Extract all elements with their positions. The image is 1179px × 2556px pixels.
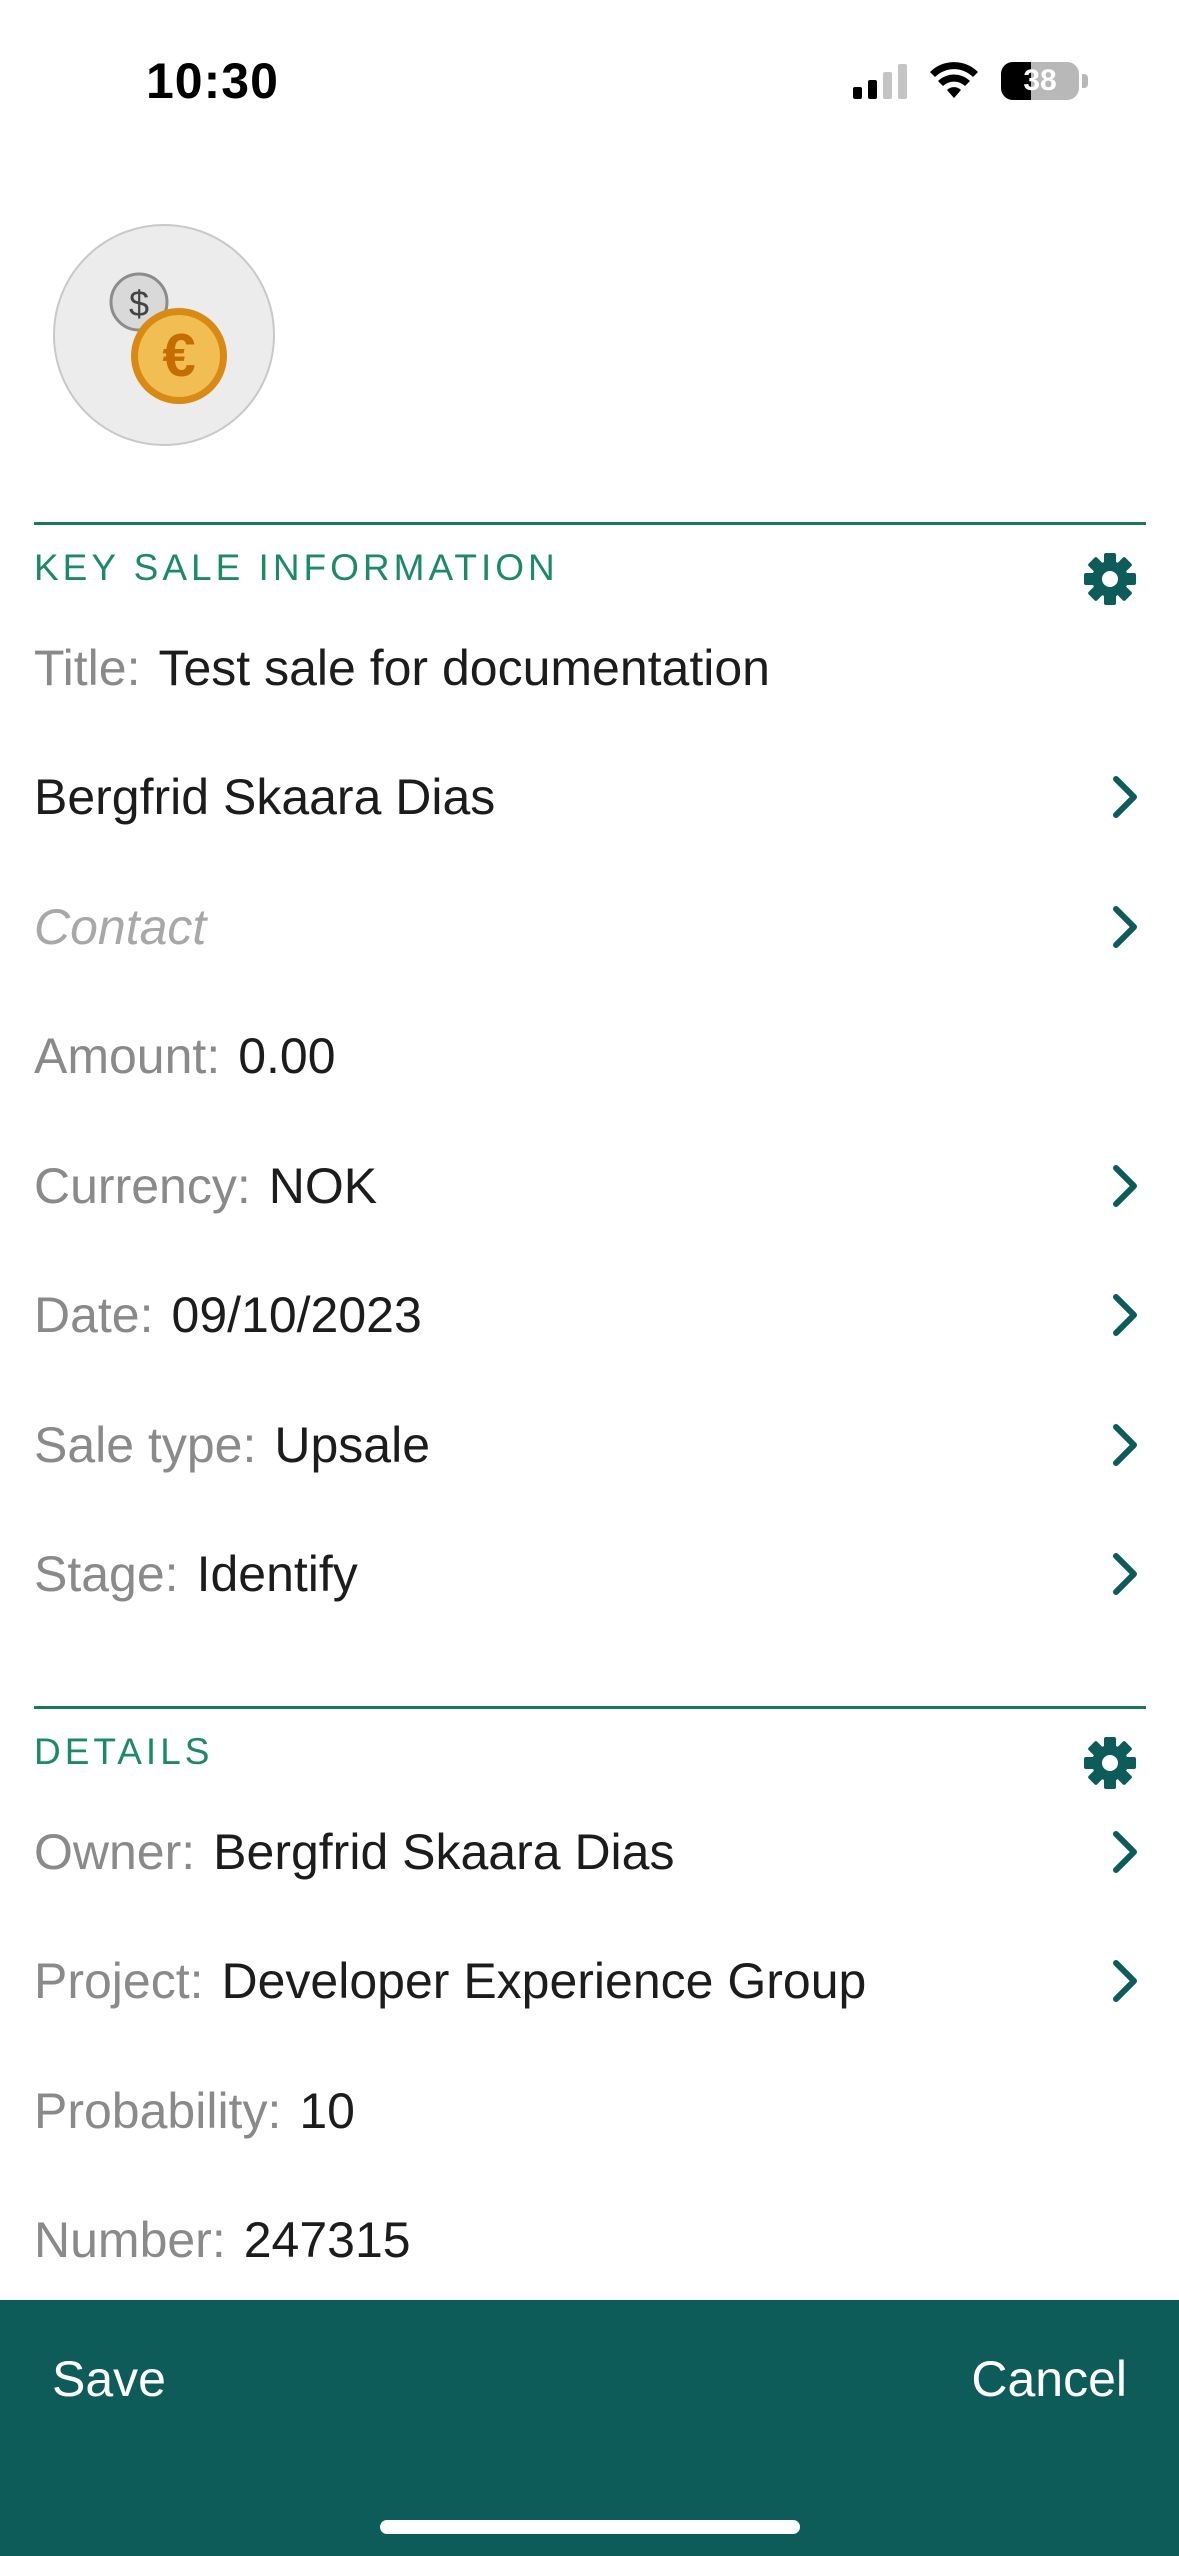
title-label: Title: (34, 639, 141, 696)
status-icons: 38 (853, 62, 1088, 100)
date-row[interactable]: Date: 09/10/2023 (34, 1251, 1146, 1381)
currency-value: NOK (268, 1157, 378, 1214)
title-field[interactable]: Title: Test sale for documentation (34, 603, 1146, 733)
probability-value[interactable]: 10 (299, 2082, 355, 2140)
chevron-right-icon (1113, 1294, 1137, 1337)
amount-field[interactable]: Amount: 0.00 (34, 992, 1146, 1122)
details-header: DETAILS (34, 1706, 1146, 1789)
chevron-right-icon (1113, 1553, 1137, 1596)
project-row[interactable]: Project: Developer Experience Group (34, 1917, 1146, 2047)
status-time: 10:30 (146, 53, 279, 109)
key-sale-section: KEY SALE INFORMATION Title: Test sale fo… (34, 522, 1146, 1639)
contact-placeholder: Contact (34, 898, 207, 955)
currency-row[interactable]: Currency: NOK (34, 1121, 1146, 1251)
number-value[interactable]: 247315 (244, 2211, 411, 2269)
number-label: Number: (34, 2212, 226, 2269)
amount-label: Amount: (34, 1028, 221, 1085)
chevron-right-icon (1113, 1960, 1137, 2003)
cancel-button[interactable]: Cancel (971, 2350, 1127, 2408)
chevron-right-icon (1113, 776, 1137, 819)
home-indicator[interactable] (380, 2520, 800, 2534)
battery-icon: 38 (1001, 62, 1088, 100)
euro-dollar-coins-icon: $ € (109, 272, 227, 404)
project-label: Project: (34, 1953, 204, 2010)
gear-icon[interactable] (1082, 551, 1138, 607)
project-value: Developer Experience Group (221, 1953, 867, 2010)
chevron-right-icon (1113, 1830, 1137, 1873)
date-label: Date: (34, 1287, 154, 1344)
cellular-signal-icon (853, 63, 907, 99)
chevron-right-icon (1113, 1164, 1137, 1207)
owner-row[interactable]: Owner: Bergfrid Skaara Dias (34, 1787, 1146, 1917)
title-value[interactable]: Test sale for documentation (159, 639, 770, 697)
company-row[interactable]: Bergfrid Skaara Dias (34, 733, 1146, 863)
bottom-toolbar: Save Cancel (0, 2300, 1179, 2556)
wifi-icon (930, 62, 978, 98)
date-value: 09/10/2023 (171, 1287, 422, 1344)
svg-text:$: $ (129, 283, 149, 324)
probability-label: Probability: (34, 2082, 282, 2139)
section-title: KEY SALE INFORMATION (34, 547, 559, 588)
details-section: DETAILS Owner: Bergfrid Skaara Dias Proj… (34, 1706, 1146, 2305)
owner-label: Owner: (34, 1823, 196, 1880)
battery-level: 38 (1023, 64, 1057, 97)
company-value: Bergfrid Skaara Dias (34, 769, 496, 826)
stage-row[interactable]: Stage: Identify (34, 1510, 1146, 1640)
save-button[interactable]: Save (52, 2350, 166, 2408)
number-field[interactable]: Number: 247315 (34, 2176, 1146, 2306)
sale-type-value: Upsale (274, 1416, 431, 1473)
owner-value: Bergfrid Skaara Dias (213, 1823, 675, 1880)
probability-field[interactable]: Probability: 10 (34, 2046, 1146, 2176)
amount-value[interactable]: 0.00 (238, 1027, 335, 1085)
sale-type-row[interactable]: Sale type: Upsale (34, 1380, 1146, 1510)
chevron-right-icon (1113, 1423, 1137, 1466)
key-sale-header: KEY SALE INFORMATION (34, 522, 1146, 605)
currency-label: Currency: (34, 1157, 251, 1214)
chevron-right-icon (1113, 905, 1137, 948)
status-bar: 10:30 38 (0, 0, 1179, 170)
stage-label: Stage: (34, 1546, 179, 1603)
sale-type-label: Sale type: (34, 1416, 257, 1473)
svg-text:€: € (162, 322, 195, 389)
contact-row[interactable]: Contact (34, 862, 1146, 992)
section-title: DETAILS (34, 1731, 214, 1772)
sale-avatar[interactable]: $ € (53, 224, 275, 446)
gear-icon[interactable] (1082, 1735, 1138, 1791)
stage-value: Identify (196, 1546, 358, 1603)
